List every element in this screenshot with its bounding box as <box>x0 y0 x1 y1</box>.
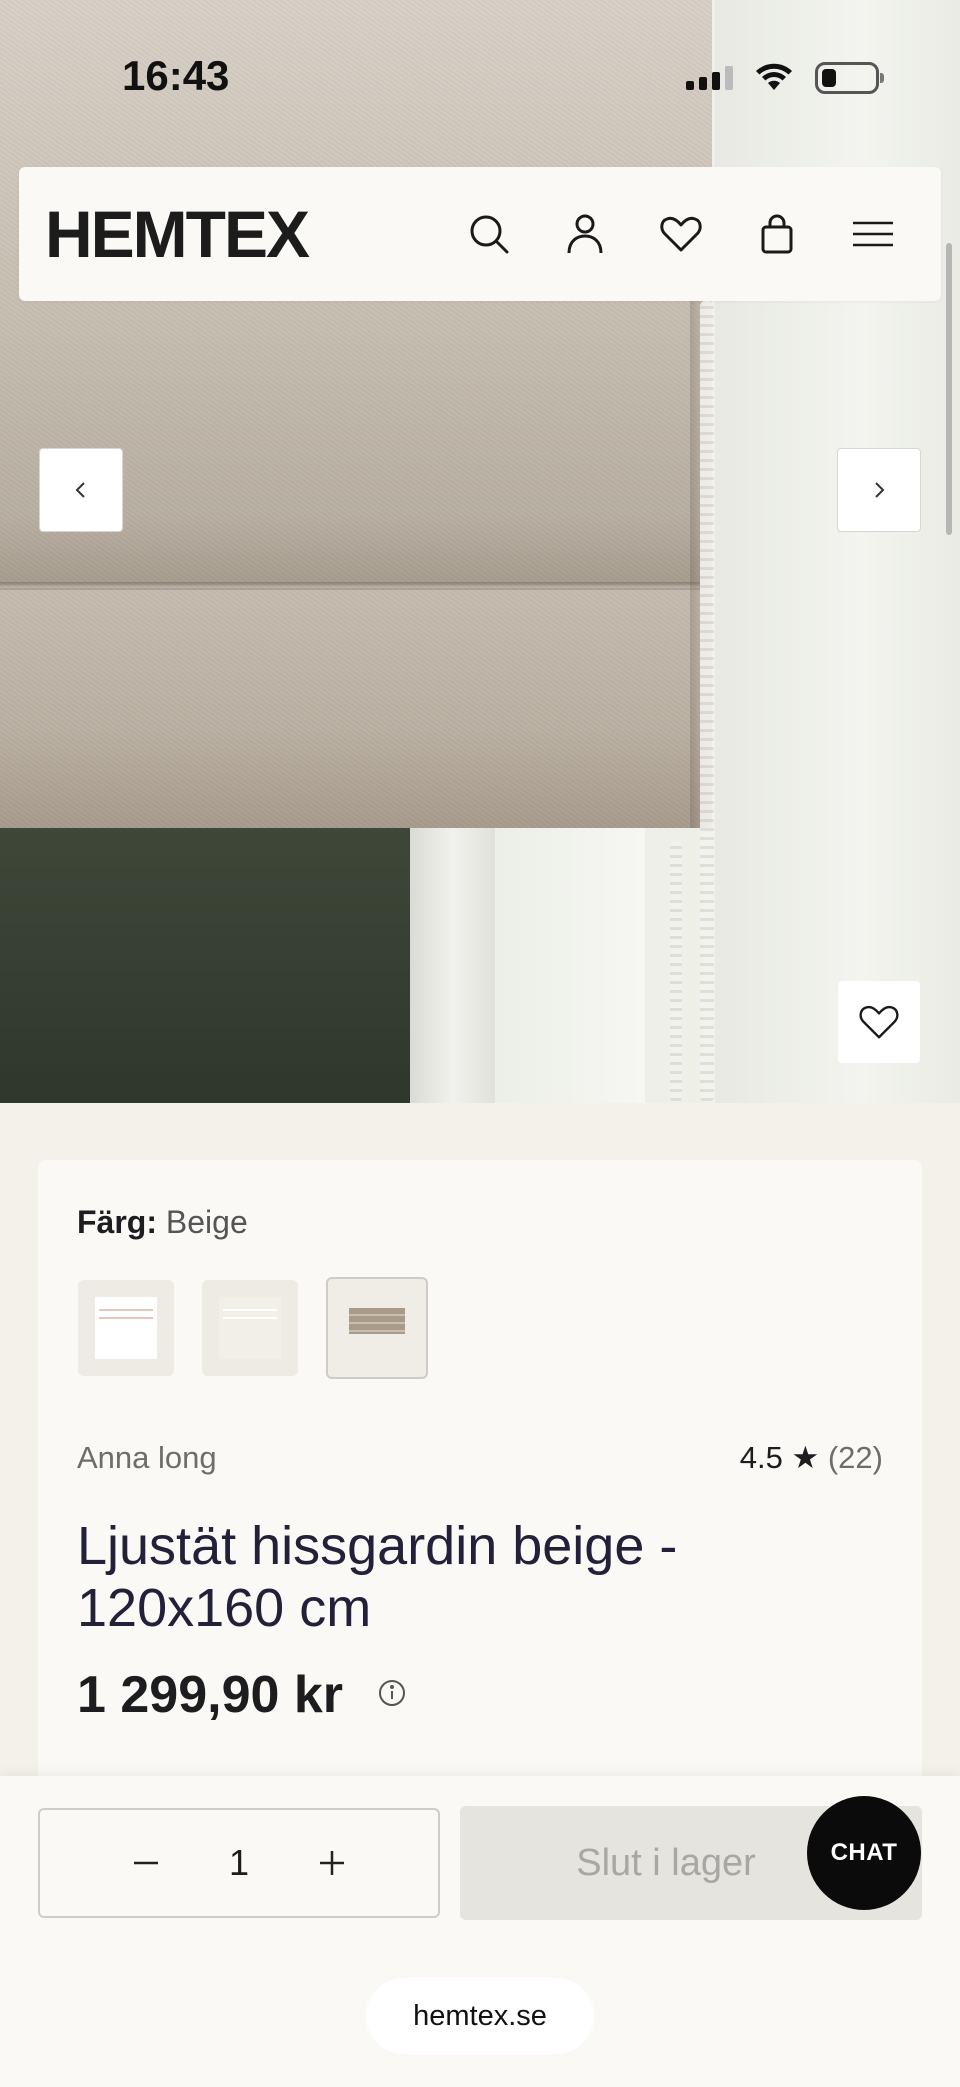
carousel-next-button[interactable] <box>837 448 921 532</box>
rating-value: 4.5 ★ <box>739 1440 820 1475</box>
product-info-card: Färg: Beige Anna long 4.5 ★ (22) Ljustät… <box>38 1160 922 1800</box>
swatch-beige-image <box>349 1308 405 1334</box>
price-row: 1 299,90 kr <box>77 1665 407 1725</box>
decrease-quantity-button[interactable] <box>126 1843 166 1883</box>
wishlist-button[interactable] <box>659 212 703 256</box>
color-label: Färg: <box>77 1204 157 1240</box>
hemtex-logo[interactable]: HEMTEX <box>45 201 310 267</box>
color-selection-label: Färg: Beige <box>77 1204 248 1241</box>
brand-rating-row: Anna long 4.5 ★ (22) <box>77 1440 883 1476</box>
carousel-prev-button[interactable] <box>39 448 123 532</box>
window-background <box>715 0 960 1103</box>
chat-button[interactable]: CHAT <box>807 1796 921 1910</box>
quantity-stepper: 1 <box>38 1808 440 1918</box>
chevron-left-icon <box>75 482 85 498</box>
heart-icon <box>859 1005 899 1039</box>
add-to-wishlist-button[interactable] <box>838 981 920 1063</box>
product-image <box>0 0 960 1103</box>
shade-cord <box>700 300 714 1103</box>
product-price: 1 299,90 kr <box>77 1666 344 1724</box>
shade-fold-upper <box>0 300 700 590</box>
swatch-off-white-image <box>219 1297 281 1359</box>
menu-icon <box>853 221 893 247</box>
battery-icon <box>815 62 884 94</box>
quantity-value[interactable]: 1 <box>224 1842 254 1884</box>
rating-count: (22) <box>827 1440 883 1475</box>
purchase-bar: 1 Slut i lager CHAT hemtex.se <box>0 1776 960 2087</box>
site-header: HEMTEX <box>19 167 941 301</box>
color-swatches <box>78 1277 428 1379</box>
browser-url-bar[interactable]: hemtex.se <box>366 1978 594 2054</box>
swatch-off-white[interactable] <box>202 1280 298 1376</box>
wifi-icon <box>756 63 792 90</box>
cart-button[interactable] <box>755 212 799 256</box>
increase-quantity-button[interactable] <box>312 1843 352 1883</box>
shade-fold-lower <box>0 585 712 828</box>
swatch-white-image <box>95 1297 157 1359</box>
info-icon <box>379 1679 406 1706</box>
header-actions <box>467 212 895 256</box>
window-frame <box>410 820 495 1103</box>
window-pane <box>0 810 410 1103</box>
search-button[interactable] <box>467 212 511 256</box>
heart-icon <box>660 216 702 252</box>
swatch-white[interactable] <box>78 1280 174 1376</box>
scroll-indicator[interactable] <box>946 243 952 535</box>
minus-icon <box>134 1861 158 1865</box>
product-brand[interactable]: Anna long <box>77 1440 217 1476</box>
account-icon <box>567 214 603 254</box>
product-rating[interactable]: 4.5 ★ (22) <box>740 1440 883 1476</box>
status-time: 16:43 <box>122 52 230 99</box>
product-title: Ljustät hissgardin beige - 120x160 cm <box>77 1516 678 1638</box>
status-icons <box>686 58 884 98</box>
window-frame-light <box>495 820 645 1103</box>
chevron-right-icon <box>875 482 885 498</box>
status-bar: 16:43 <box>0 0 960 150</box>
account-button[interactable] <box>563 212 607 256</box>
swatch-beige[interactable] <box>326 1277 428 1379</box>
cellular-signal-icon <box>686 66 733 90</box>
shade-cord-secondary <box>670 840 682 1103</box>
search-icon <box>470 215 509 254</box>
price-info-button[interactable] <box>377 1678 407 1713</box>
color-value: Beige <box>165 1204 248 1240</box>
menu-button[interactable] <box>851 212 895 256</box>
plus-icon <box>320 1851 344 1875</box>
bag-icon <box>761 214 793 254</box>
